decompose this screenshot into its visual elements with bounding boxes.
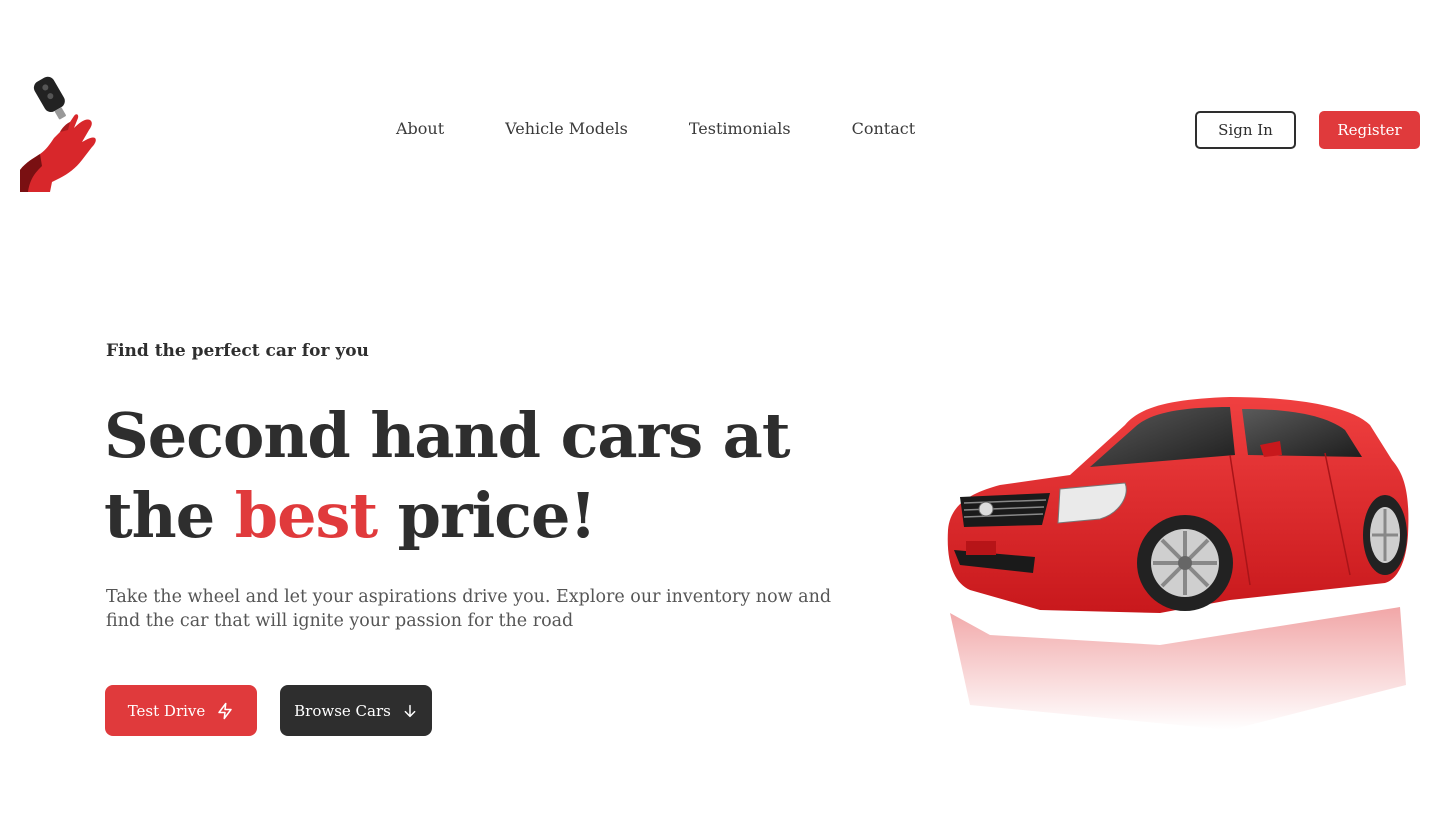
headline-post: price! [377,479,597,552]
test-drive-label: Test Drive [127,701,206,720]
nav-link-testimonials[interactable]: Testimonials [689,118,791,140]
headline-line-1: Second hand cars at [104,399,790,472]
headline-accent: best [234,479,378,552]
browse-cars-label: Browse Cars [294,701,391,720]
lightning-icon [218,702,233,719]
hero-description: Take the wheel and let your aspirations … [106,587,832,631]
nav-link-vehicle-models[interactable]: Vehicle Models [505,118,628,140]
logo-hand-key-icon[interactable] [16,70,100,194]
nav-link-about[interactable]: About [396,118,444,140]
test-drive-button[interactable]: Test Drive [105,685,257,736]
sign-in-button[interactable]: Sign In [1195,111,1296,149]
register-button[interactable]: Register [1319,111,1420,149]
nav-link-contact[interactable]: Contact [852,118,916,140]
arrow-down-icon [404,704,416,717]
landing-page: About Vehicle Models Testimonials Contac… [0,0,1444,814]
hero-headline: Second hand cars at the best price! [104,396,864,556]
headline-pre: the [104,479,235,552]
hero-eyebrow: Find the perfect car for you [106,341,369,361]
browse-cars-button[interactable]: Browse Cars [280,685,432,736]
main-nav: About Vehicle Models Testimonials Contac… [396,118,915,140]
red-car-image [947,397,1409,730]
